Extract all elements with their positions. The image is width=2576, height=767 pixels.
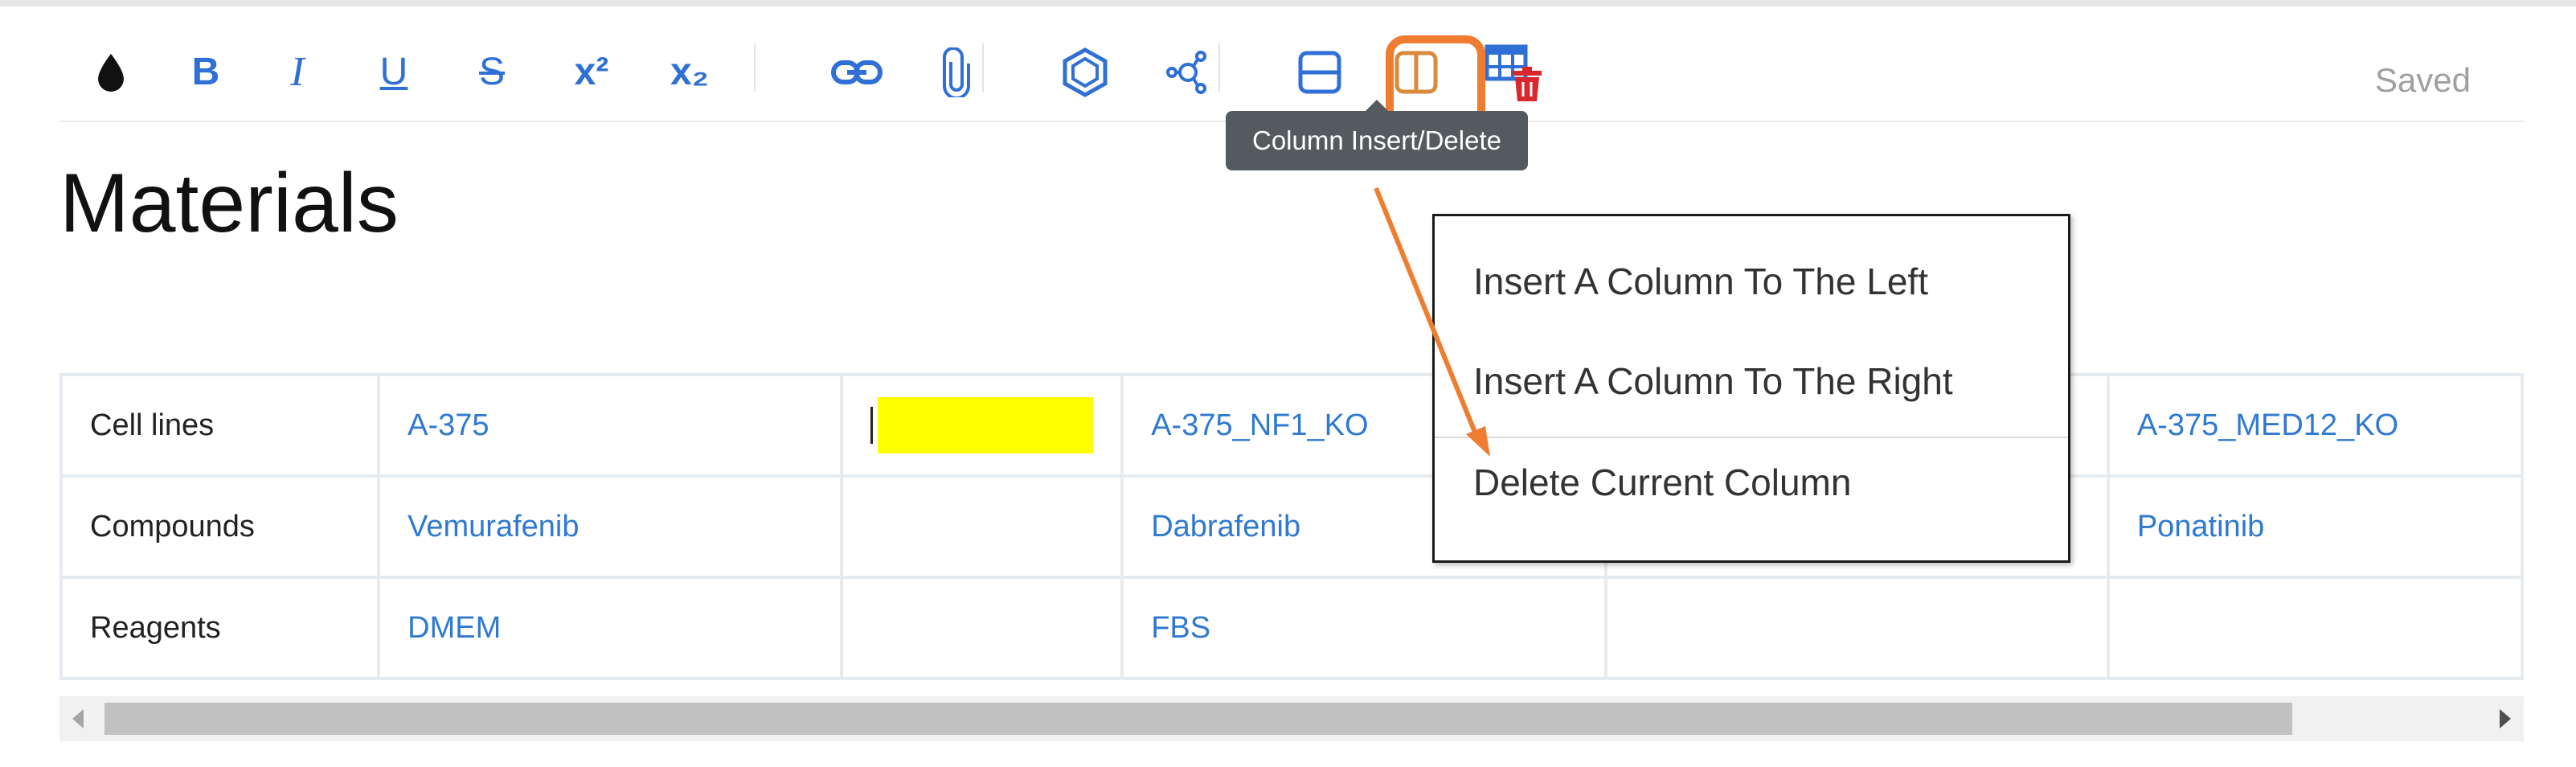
table-cell[interactable]: Vemurafenib — [377, 474, 844, 579]
molecule-network-icon[interactable] — [1149, 35, 1223, 109]
row-label[interactable]: Cell lines — [59, 373, 381, 478]
scroll-right-arrow-icon[interactable] — [2500, 709, 2511, 728]
subscript-button[interactable]: x₂ — [653, 35, 727, 109]
materials-table: Cell lines A-375 A-375_NF1_KO A-375_MED1… — [59, 373, 2524, 680]
table-delete-icon[interactable] — [1477, 35, 1551, 109]
table-cell[interactable] — [840, 576, 1124, 680]
table-cell[interactable]: DMEM — [377, 576, 844, 680]
menu-item-delete-column[interactable]: Delete Current Column — [1473, 461, 1851, 504]
scrollbar-thumb[interactable] — [104, 703, 2292, 735]
menu-separator — [1435, 437, 2068, 438]
toolbar-separator — [1218, 43, 1220, 92]
yellow-highlight — [878, 397, 1094, 453]
table-row: Reagents DMEM FBS — [59, 576, 2524, 680]
row-insert-delete-icon[interactable] — [1283, 35, 1357, 109]
table-cell[interactable] — [840, 474, 1124, 579]
table-cell[interactable] — [1603, 576, 2110, 680]
table-cell[interactable]: A-375 — [377, 373, 844, 478]
horizontal-scrollbar[interactable] — [59, 696, 2524, 741]
row-label[interactable]: Compounds — [59, 474, 381, 579]
column-insert-delete-tooltip: Column Insert/Delete — [1226, 100, 1528, 170]
menu-item-insert-left[interactable]: Insert A Column To The Left — [1473, 260, 1928, 303]
column-context-menu: Insert A Column To The Left Insert A Col… — [1432, 214, 2070, 563]
text-cursor — [870, 407, 874, 444]
editor-toolbar: B I U S x² x₂ Saved — [59, 19, 2524, 129]
underline-button[interactable]: U — [357, 35, 431, 109]
superscript-button[interactable]: x² — [555, 35, 629, 109]
bold-button[interactable]: B — [169, 35, 243, 109]
table-cell[interactable]: A-375_MED12_KO — [2106, 373, 2524, 478]
toolbar-separator — [754, 43, 756, 92]
color-drop-icon[interactable] — [74, 35, 148, 109]
table-cell[interactable]: FBS — [1120, 576, 1607, 680]
toolbar-separator — [982, 43, 984, 92]
strikethrough-button[interactable]: S — [455, 35, 529, 109]
top-border — [0, 0, 2576, 6]
scroll-left-arrow-icon[interactable] — [72, 709, 84, 728]
italic-button[interactable]: I — [260, 35, 334, 109]
table-row: Compounds Vemurafenib Dabrafenib Ponatin… — [59, 474, 2524, 579]
table-row: Cell lines A-375 A-375_NF1_KO A-375_MED1… — [59, 373, 2524, 478]
row-label[interactable]: Reagents — [59, 576, 381, 680]
table-cell[interactable] — [2106, 576, 2524, 680]
table-cell[interactable]: Ponatinib — [2106, 474, 2524, 579]
active-table-cell[interactable] — [840, 373, 1124, 478]
materials-table-container: Cell lines A-375 A-375_NF1_KO A-375_MED1… — [59, 373, 2524, 748]
page-title: Materials — [59, 157, 399, 250]
menu-item-insert-right[interactable]: Insert A Column To The Right — [1473, 359, 1953, 403]
chemical-structure-icon[interactable] — [1048, 35, 1122, 109]
link-icon[interactable] — [820, 35, 894, 109]
save-status: Saved — [2374, 61, 2471, 99]
